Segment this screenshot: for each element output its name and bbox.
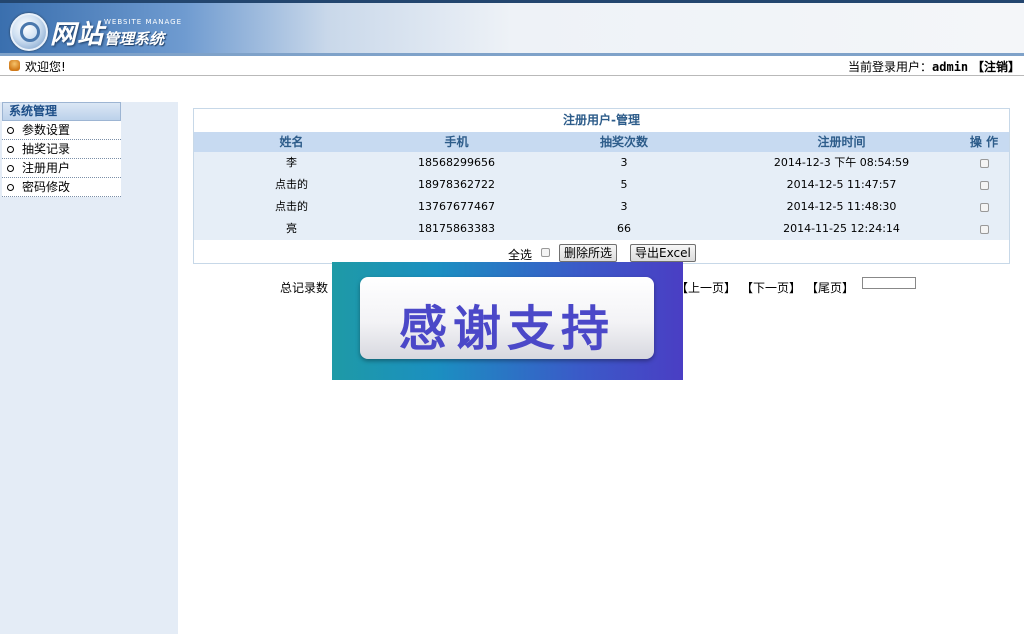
header-banner: 网站 WEBSITE MANAGE 管理系统	[0, 0, 1024, 56]
table-row: 点击的 18978362722 5 2014-12-5 11:47:57	[194, 174, 1009, 196]
cell-name: 点击的	[275, 178, 308, 191]
cell-register-time: 2014-12-5 11:48:30	[786, 200, 897, 213]
thanks-overlay-panel: 感谢支持	[360, 277, 654, 359]
cell-draw-count: 66	[617, 222, 631, 235]
sidebar-item-settings[interactable]: 参数设置	[2, 121, 121, 140]
row-checkbox[interactable]	[979, 158, 989, 168]
cell-draw-count: 5	[620, 178, 628, 191]
sidebar-item-label: 参数设置	[22, 123, 71, 137]
cell-phone: 18978362722	[418, 178, 495, 191]
page-jump-input[interactable]	[862, 277, 916, 289]
column-header-draw-count: 抽奖次数	[599, 135, 648, 149]
bullet-icon	[7, 184, 14, 191]
cell-actions	[959, 196, 1009, 218]
panel-title: 注册用户-管理	[563, 113, 640, 127]
cell-actions	[959, 152, 1009, 174]
logo-subtitle: 管理系统	[104, 30, 165, 48]
cell-phone: 18568299656	[418, 156, 495, 169]
logout-link[interactable]: 【注销】	[972, 60, 1020, 74]
logo-emblem-icon	[10, 13, 48, 51]
prev-page-link[interactable]: 【上一页】	[676, 279, 736, 296]
export-excel-button[interactable]: 导出Excel	[630, 244, 696, 262]
bullet-icon	[7, 127, 14, 134]
total-records-label: 总记录数	[280, 281, 329, 295]
row-checkbox[interactable]	[979, 180, 989, 190]
cell-actions	[959, 174, 1009, 196]
sidebar-item-label: 抽奖记录	[22, 142, 71, 156]
select-all-label: 全选	[508, 248, 533, 262]
cell-name: 点击的	[275, 200, 308, 213]
users-panel: 注册用户-管理 姓名 手机 抽奖次数 注册时间 操 作 李 1856829965…	[193, 108, 1010, 264]
sidebar-item-change-password[interactable]: 密码修改	[2, 178, 121, 197]
table-row: 亮 18175863383 66 2014-11-25 12:24:14	[194, 218, 1009, 240]
sidebar-item-registered-users[interactable]: 注册用户	[2, 159, 121, 178]
delete-selected-button[interactable]: 删除所选	[559, 244, 618, 262]
login-label: 当前登录用户：	[848, 60, 933, 74]
column-header-actions: 操 作	[969, 135, 999, 149]
cell-name: 李	[286, 156, 297, 169]
cell-register-time: 2014-12-3 下午 08:54:59	[773, 156, 910, 169]
column-header-phone: 手机	[444, 135, 469, 149]
logo-english-text: WEBSITE MANAGE	[104, 18, 183, 26]
row-checkbox[interactable]	[979, 224, 989, 234]
user-bar: 欢迎您! 当前登录用户：admin 【注销】	[0, 56, 1024, 76]
current-username: admin	[932, 60, 969, 74]
bullet-icon	[7, 165, 14, 172]
cell-draw-count: 3	[620, 200, 628, 213]
sidebar-menu: 系统管理 参数设置 抽奖记录 注册用户 密码修改	[2, 102, 121, 197]
last-page-link[interactable]: 【尾页】	[806, 279, 854, 296]
welcome-text: 欢迎您!	[25, 60, 66, 74]
row-checkbox[interactable]	[979, 202, 989, 212]
login-info: 当前登录用户：admin 【注销】	[848, 58, 1020, 75]
logo-title: 网站	[50, 20, 105, 50]
table-header: 姓名 手机 抽奖次数 注册时间 操 作	[194, 132, 1009, 152]
cell-phone: 18175863383	[418, 222, 495, 235]
thanks-overlay-text: 感谢支持	[398, 301, 615, 357]
cell-register-time: 2014-12-5 11:47:57	[786, 178, 897, 191]
cell-actions	[959, 218, 1009, 240]
thanks-overlay-banner: 感谢支持	[332, 262, 683, 380]
next-page-link[interactable]: 【下一页】	[741, 279, 801, 296]
cell-name: 亮	[286, 222, 297, 235]
welcome-icon	[9, 60, 20, 71]
column-header-register-time: 注册时间	[817, 135, 866, 149]
bullet-icon	[7, 146, 14, 153]
sidebar-item-lottery-records[interactable]: 抽奖记录	[2, 140, 121, 159]
sidebar-item-label: 密码修改	[22, 180, 71, 194]
sidebar-title: 系统管理	[2, 102, 121, 121]
sidebar-item-label: 注册用户	[22, 161, 71, 175]
column-header-name: 姓名	[279, 135, 304, 149]
select-all-checkbox[interactable]	[541, 248, 550, 257]
sidebar: 系统管理 参数设置 抽奖记录 注册用户 密码修改	[0, 102, 178, 634]
cell-register-time: 2014-11-25 12:24:14	[783, 222, 900, 235]
table-actions-row: 全选 删除所选 导出Excel	[194, 241, 1009, 263]
table-row: 李 18568299656 3 2014-12-3 下午 08:54:59	[194, 152, 1009, 174]
cell-phone: 13767677467	[418, 200, 495, 213]
cell-draw-count: 3	[620, 156, 628, 169]
table-row: 点击的 13767677467 3 2014-12-5 11:48:30	[194, 196, 1009, 218]
